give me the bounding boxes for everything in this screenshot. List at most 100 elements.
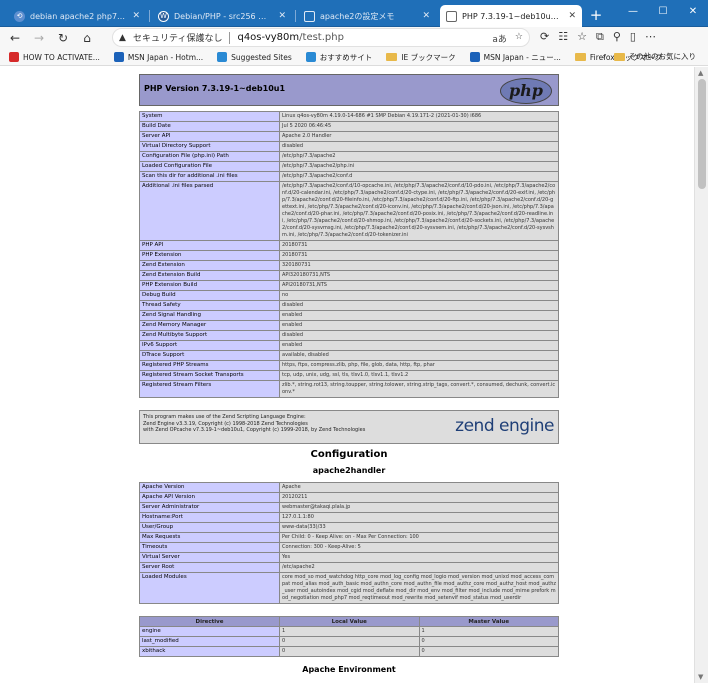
folder-icon — [574, 53, 586, 61]
row-key: Server API — [139, 131, 280, 142]
url-host: q4os-vy80m — [237, 32, 300, 43]
local-value: 1 — [279, 626, 420, 637]
table-row: Build Date Jul 5 2020 06:46:45 — [139, 121, 559, 132]
row-value: no — [279, 290, 559, 301]
scroll-down-icon[interactable]: ▼ — [698, 673, 703, 681]
php-info-table-wrap: System Linux q4os-vy80m 4.19.0-14-686 #1 … — [139, 111, 559, 398]
bookmark-item[interactable]: MSN Japan - Hotm... — [113, 52, 203, 62]
row-value: available, disabled — [279, 350, 559, 361]
directive-name: engine — [139, 626, 280, 637]
back-button[interactable]: ← — [6, 29, 24, 47]
apache2handler-table: Apache Version Apache Apache API Version 20… — [139, 482, 559, 604]
table-row: Configuration File (php.ini) Path/etc/ph… — [139, 151, 559, 162]
page-content: PHP Version 7.3.19-1~deb10u1 php System L… — [0, 67, 694, 683]
refresh-button[interactable]: ↻ — [54, 29, 72, 47]
row-value: https, ftps, compress.zlib, php, file, g… — [279, 360, 559, 371]
row-value: /etc/php/7.3/apache2/php.ini — [279, 161, 559, 172]
vertical-scrollbar[interactable]: ▲ ▼ — [694, 67, 708, 683]
table-row: Virtual Server Yes — [139, 552, 559, 563]
master-value: 0 — [418, 636, 559, 647]
table-row: Zend Extension 320180731 — [139, 260, 559, 271]
row-key: System — [139, 111, 280, 122]
row-value: 20180731 — [279, 250, 559, 261]
new-tab-button[interactable]: + — [587, 6, 605, 24]
row-value: 20180731 — [279, 240, 559, 251]
bookmark-item[interactable]: HOW TO ACTIVATE... — [9, 52, 100, 62]
table-row: Debug Build no — [139, 290, 559, 301]
tab-phpinfo[interactable]: PHP 7.3.19-1~deb10u1 - phpinfo() ✕ — [440, 5, 582, 27]
msn-icon — [113, 52, 124, 62]
wordpress-icon: W — [158, 10, 169, 22]
close-tab-icon[interactable]: ✕ — [568, 11, 576, 21]
row-value: Yes — [279, 552, 559, 563]
row-key: Loaded Configuration File — [139, 161, 280, 172]
bookmark-item[interactable]: MSN Japan - ニュー... — [469, 52, 561, 63]
extensions-icon[interactable]: ⚲ — [613, 30, 621, 44]
close-tab-icon[interactable]: ✕ — [132, 11, 140, 21]
bookmark-folder[interactable]: IE ブックマーク — [386, 52, 456, 63]
security-status[interactable]: セキュリティ保護なし — [133, 31, 222, 44]
favorite-star-icon[interactable]: ☆ — [515, 32, 523, 45]
favorites-icon[interactable]: ☆ — [577, 30, 587, 44]
table-row: Registered PHP Streams https, ftps, compr… — [139, 360, 559, 371]
table-row: Zend Signal Handling enabled — [139, 310, 559, 321]
row-key: Apache API Version — [139, 492, 280, 503]
scrollbar-thumb[interactable] — [698, 79, 706, 189]
directive-header-row: Directive Local Value Master Value — [139, 616, 559, 627]
address-bar[interactable]: ▲ セキュリティ保護なし q4os-vy80m/test.php aあ ☆ — [112, 28, 530, 47]
table-row: Additional .ini files parsed/etc/php/7.3… — [139, 181, 559, 241]
row-key: Additional .ini files parsed — [139, 181, 280, 241]
table-row: Scan this dir for additional .ini files /… — [139, 171, 559, 182]
table-row: Max Requests Per Child: 0 - Keep Alive: o… — [139, 532, 559, 543]
bing-icon — [217, 52, 228, 62]
minimize-button[interactable]: — — [618, 0, 648, 27]
table-row: Hostname:Port 127.0.1.1:80 — [139, 512, 559, 523]
table-row: Loaded Configuration File/etc/php/7.3/ap… — [139, 161, 559, 172]
row-value: enabled — [279, 310, 559, 321]
row-key: Zend Multibyte Support — [139, 330, 280, 341]
table-row: Apache Version Apache — [139, 482, 559, 493]
row-value: /etc/apache2 — [279, 562, 559, 573]
table-row: Server API Apache 2.0 Handler — [139, 131, 559, 142]
master-value: 1 — [418, 626, 559, 637]
tab-strip: ⟲ debian apache2 php7 設定 - Go ✕ W Debian… — [0, 0, 708, 27]
scroll-up-icon[interactable]: ▲ — [698, 69, 703, 77]
bookmark-item[interactable]: おすすめサイト — [305, 52, 372, 63]
tab-debian-php[interactable]: W Debian/PHP - src256 wiki ✕ — [152, 5, 292, 27]
zend-engine-box: This program makes use of the Zend Scrip… — [139, 410, 559, 444]
row-key: Zend Extension Build — [139, 270, 280, 281]
row-value: enabled — [279, 320, 559, 331]
warning-icon[interactable]: ▲ — [119, 33, 131, 43]
refresh-button-alt[interactable]: ⟳ — [540, 30, 549, 44]
directive-name: xbithack — [139, 646, 280, 657]
row-value: API320180731,NTS — [279, 270, 559, 281]
table-row: Loaded Modules core mod_so mod_watchdog h… — [139, 572, 559, 604]
close-tab-icon[interactable]: ✕ — [422, 11, 430, 21]
page-icon — [446, 10, 457, 22]
close-tab-icon[interactable]: ✕ — [278, 11, 286, 21]
favorites-bar: HOW TO ACTIVATE... MSN Japan - Hotm... S… — [0, 49, 708, 66]
directive-table-wrap: Directive Local Value Master Value engin… — [139, 616, 559, 657]
row-key: Build Date — [139, 121, 280, 132]
row-value: core mod_so mod_watchdog http_core mod_l… — [279, 572, 559, 604]
tab-google-search[interactable]: ⟲ debian apache2 php7 設定 - Go ✕ — [8, 5, 146, 27]
row-value: Apache 2.0 Handler — [279, 131, 559, 142]
row-key: Zend Memory Manager — [139, 320, 280, 331]
maximize-button[interactable]: ☐ — [648, 0, 678, 27]
row-value: Apache — [279, 482, 559, 493]
table-row: Thread Safety disabled — [139, 300, 559, 311]
collections-icon[interactable]: ☷ — [558, 30, 568, 44]
forward-button[interactable]: → — [30, 29, 48, 47]
close-window-button[interactable]: ✕ — [678, 0, 708, 27]
other-favorites[interactable]: › その他のお気に入り — [603, 51, 697, 62]
read-aloud-button[interactable]: aあ — [492, 32, 507, 45]
tab-apache2-memo[interactable]: apache2の設定メモ ✕ — [298, 5, 436, 27]
bookmark-item[interactable]: Suggested Sites — [217, 52, 292, 62]
table-row: Zend Memory Manager enabled — [139, 320, 559, 331]
settings-menu-icon[interactable]: ⋯ — [645, 30, 656, 44]
history-icon[interactable]: ⧉ — [596, 30, 604, 44]
profile-icon[interactable]: ▯ — [630, 30, 636, 44]
table-row: DTrace Support available, disabled — [139, 350, 559, 361]
home-button[interactable]: ⌂ — [78, 29, 96, 47]
row-value: /etc/php/7.3/apache2/conf.d/10-opcache.i… — [279, 181, 559, 241]
